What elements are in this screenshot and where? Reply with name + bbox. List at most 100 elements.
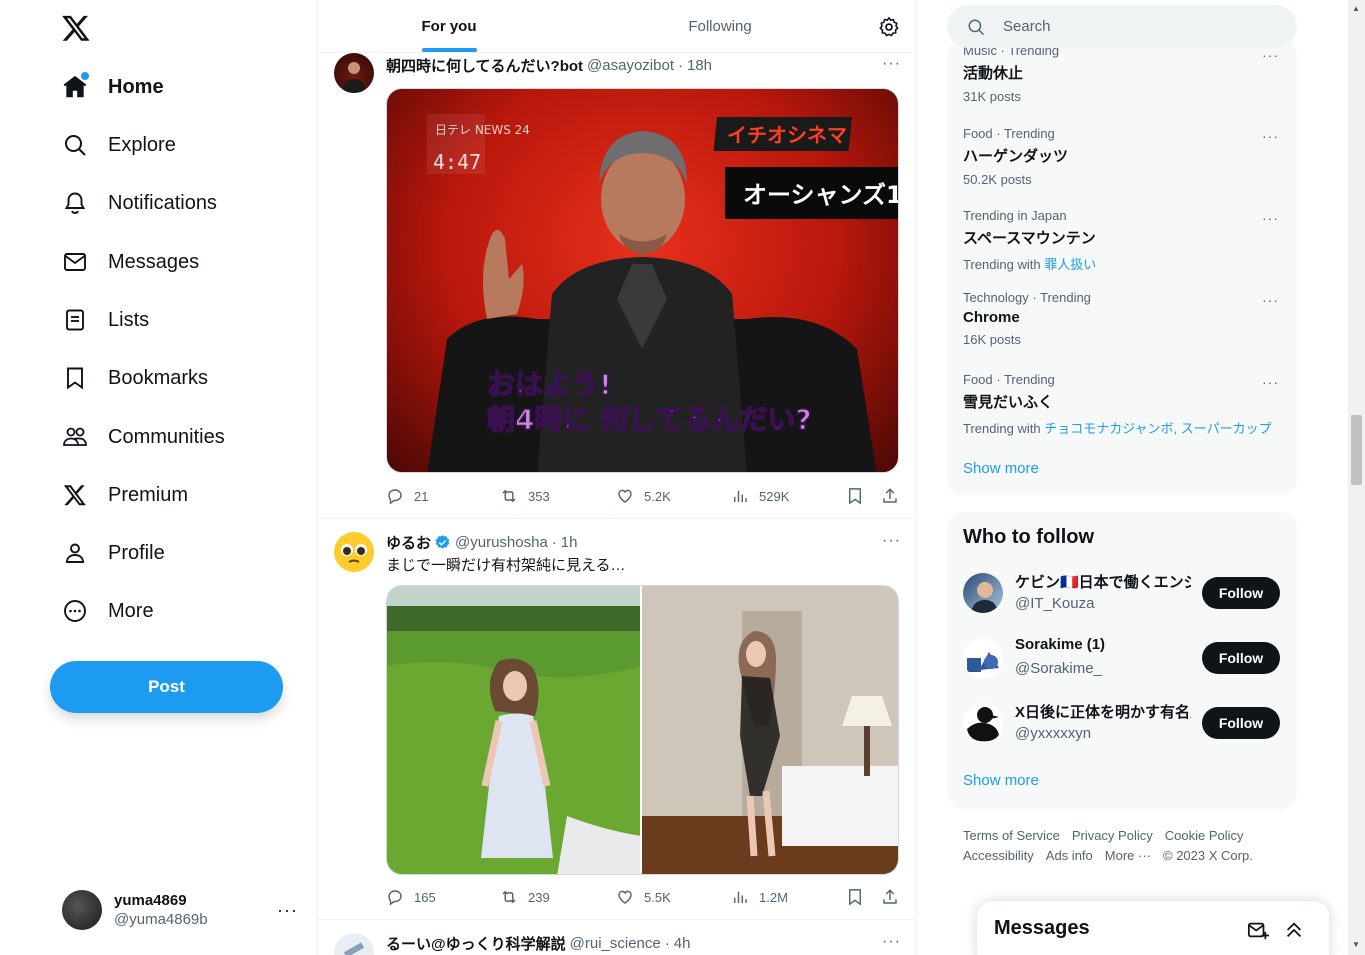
reply-button[interactable]: 21 bbox=[386, 487, 428, 505]
chevron-up-double-icon[interactable] bbox=[1283, 919, 1305, 941]
repost-button[interactable]: 353 bbox=[500, 487, 550, 505]
author-name[interactable]: ゆるお bbox=[386, 532, 431, 553]
footer-more[interactable]: More ··· bbox=[1105, 848, 1151, 863]
timestamp[interactable]: 18h bbox=[687, 57, 712, 74]
nav-messages[interactable]: Messages bbox=[50, 237, 211, 287]
gear-icon[interactable] bbox=[878, 16, 900, 38]
more-dots-icon[interactable]: ··· bbox=[1262, 374, 1279, 390]
messages-drawer[interactable]: Messages bbox=[977, 901, 1329, 955]
avatar[interactable] bbox=[963, 638, 1003, 678]
repost-button[interactable]: 239 bbox=[500, 888, 550, 906]
tab-for-you[interactable]: For you bbox=[318, 0, 580, 53]
search-input[interactable] bbox=[1003, 18, 1263, 35]
tweet-image[interactable]: 日テレ NEWS 24 4:47 イチオシネマ オーシャンズ13 おはよう! 朝… bbox=[386, 88, 899, 473]
post-button[interactable]: Post bbox=[50, 661, 283, 713]
reply-button[interactable]: 165 bbox=[386, 888, 436, 906]
trend-title: スペースマウンテン bbox=[963, 230, 1096, 247]
bookmark-icon[interactable] bbox=[846, 487, 864, 505]
follow-suggestion[interactable]: ケビン🇫🇷日本で働くエンジニア @IT_Kouza Follow bbox=[947, 563, 1297, 623]
new-message-icon[interactable] bbox=[1247, 919, 1269, 941]
tweet[interactable]: ゆるお @yurushosha · 1h ··· まじで一瞬だけ有村架純に見える… bbox=[318, 519, 916, 920]
avatar[interactable] bbox=[334, 532, 374, 572]
tweet-image[interactable] bbox=[642, 586, 898, 874]
follow-suggestion[interactable]: Sorakime (1) @Sorakime_ Follow bbox=[947, 628, 1297, 688]
author-name[interactable]: 朝四時に何してるんだい?bot bbox=[386, 55, 583, 76]
timestamp[interactable]: 4h bbox=[674, 935, 691, 952]
scrollbar-thumb[interactable] bbox=[1351, 415, 1362, 485]
who-to-follow-title: Who to follow bbox=[963, 526, 1095, 548]
footer-ads[interactable]: Ads info bbox=[1046, 848, 1093, 863]
trend-posts: 16K posts bbox=[963, 332, 1021, 347]
nav-label: More bbox=[108, 599, 154, 622]
follow-button[interactable]: Follow bbox=[1202, 577, 1280, 609]
trend-item[interactable]: Trending in Japan スペースマウンテン Trending wit… bbox=[947, 208, 1297, 290]
trends-show-more[interactable]: Show more bbox=[963, 460, 1039, 477]
bookmark-icon[interactable] bbox=[846, 888, 864, 906]
follow-button[interactable]: Follow bbox=[1202, 642, 1280, 674]
avatar[interactable] bbox=[963, 703, 1003, 743]
more-dots-icon[interactable]: ··· bbox=[1262, 210, 1279, 226]
tweet[interactable]: 朝四時に何してるんだい?bot @asayozibot · 18h ··· 日テ… bbox=[318, 53, 916, 519]
author-handle[interactable]: @yurushosha bbox=[455, 534, 548, 551]
nav-notifications[interactable]: Notifications bbox=[50, 178, 229, 228]
like-button[interactable]: 5.2K bbox=[616, 487, 671, 505]
suggestion-name: ケビン🇫🇷日本で働くエンジニア bbox=[1015, 574, 1191, 591]
suggestion-handle: @Sorakime_ bbox=[1015, 660, 1102, 677]
share-icon[interactable] bbox=[881, 487, 899, 505]
tab-following[interactable]: Following bbox=[580, 0, 860, 53]
page-scrollbar[interactable]: ▲ ▼ bbox=[1348, 0, 1365, 955]
author-handle[interactable]: @asayozibot bbox=[587, 57, 674, 74]
trend-link[interactable]: 罪人扱い bbox=[1044, 257, 1096, 272]
avatar[interactable] bbox=[963, 573, 1003, 613]
share-icon[interactable] bbox=[881, 888, 899, 906]
more-dots-icon[interactable]: ··· bbox=[882, 933, 901, 951]
avatar[interactable] bbox=[334, 933, 374, 955]
nav-communities[interactable]: Communities bbox=[50, 412, 237, 462]
timestamp[interactable]: 1h bbox=[561, 534, 578, 551]
footer-privacy[interactable]: Privacy Policy bbox=[1072, 828, 1153, 843]
reply-icon bbox=[388, 890, 402, 906]
nav-explore[interactable]: Explore bbox=[50, 120, 188, 170]
footer-cookie[interactable]: Cookie Policy bbox=[1165, 828, 1244, 843]
views-icon bbox=[734, 490, 747, 502]
trend-meta: Technology · Trending bbox=[963, 290, 1091, 305]
tweet[interactable]: るーい@ゆっくり科学解説 @rui_science · 4h ··· bbox=[318, 920, 916, 955]
nav-profile[interactable]: Profile bbox=[50, 528, 177, 578]
tweet-actions: 21 353 5.2K 529K bbox=[386, 487, 899, 507]
author-name[interactable]: るーい@ゆっくり科学解説 bbox=[386, 933, 566, 954]
trend-item[interactable]: Technology · Trending Chrome 16K posts ·… bbox=[947, 290, 1297, 372]
search-bar[interactable] bbox=[947, 5, 1297, 48]
trend-item[interactable]: Music · Trending 活動休止 31K posts ··· bbox=[947, 40, 1297, 104]
trend-item[interactable]: Food · Trending ハーゲンダッツ 50.2K posts ··· bbox=[947, 126, 1297, 208]
footer-tos[interactable]: Terms of Service bbox=[963, 828, 1060, 843]
more-dots-icon[interactable]: ··· bbox=[882, 55, 901, 73]
view-count: 529K bbox=[759, 488, 790, 504]
more-dots-icon[interactable]: ··· bbox=[882, 532, 901, 550]
account-switcher[interactable]: yuma4869 @yuma4869b ··· bbox=[50, 880, 310, 940]
footer-accessibility[interactable]: Accessibility bbox=[963, 848, 1034, 863]
nav-more[interactable]: More bbox=[50, 586, 166, 636]
tweet-image[interactable] bbox=[387, 586, 642, 874]
nav-lists[interactable]: Lists bbox=[50, 295, 161, 345]
trend-title: 活動休止 bbox=[963, 65, 1024, 82]
scroll-up-arrow-icon[interactable]: ▲ bbox=[1352, 4, 1360, 13]
trend-link[interactable]: チョコモナカジャンボ, スーパーカップ bbox=[1044, 421, 1271, 436]
trend-item[interactable]: Food · Trending 雪見だいふく Trending with チョコ… bbox=[947, 372, 1297, 454]
avatar[interactable] bbox=[334, 53, 374, 93]
follow-suggestion[interactable]: X日後に正体を明かす有名人 @yxxxxxyn Follow bbox=[947, 693, 1297, 753]
more-dots-icon[interactable]: ··· bbox=[1262, 47, 1279, 63]
x-logo-icon[interactable] bbox=[58, 10, 94, 46]
views-button[interactable]: 529K bbox=[731, 487, 789, 505]
nav-premium[interactable]: Premium bbox=[50, 470, 200, 520]
scroll-down-arrow-icon[interactable]: ▼ bbox=[1352, 940, 1360, 949]
who-to-follow-show-more[interactable]: Show more bbox=[963, 772, 1039, 789]
footer-links: Terms of Service Privacy Policy Cookie Pol… bbox=[963, 826, 1283, 866]
more-dots-icon[interactable]: ··· bbox=[1262, 128, 1279, 144]
follow-button[interactable]: Follow bbox=[1202, 707, 1280, 739]
views-button[interactable]: 1.2M bbox=[731, 888, 788, 906]
nav-home[interactable]: Home bbox=[50, 62, 176, 112]
nav-bookmarks[interactable]: Bookmarks bbox=[50, 353, 220, 403]
like-button[interactable]: 5.5K bbox=[616, 888, 671, 906]
author-handle[interactable]: @rui_science bbox=[570, 935, 661, 952]
more-dots-icon[interactable]: ··· bbox=[1262, 292, 1279, 308]
